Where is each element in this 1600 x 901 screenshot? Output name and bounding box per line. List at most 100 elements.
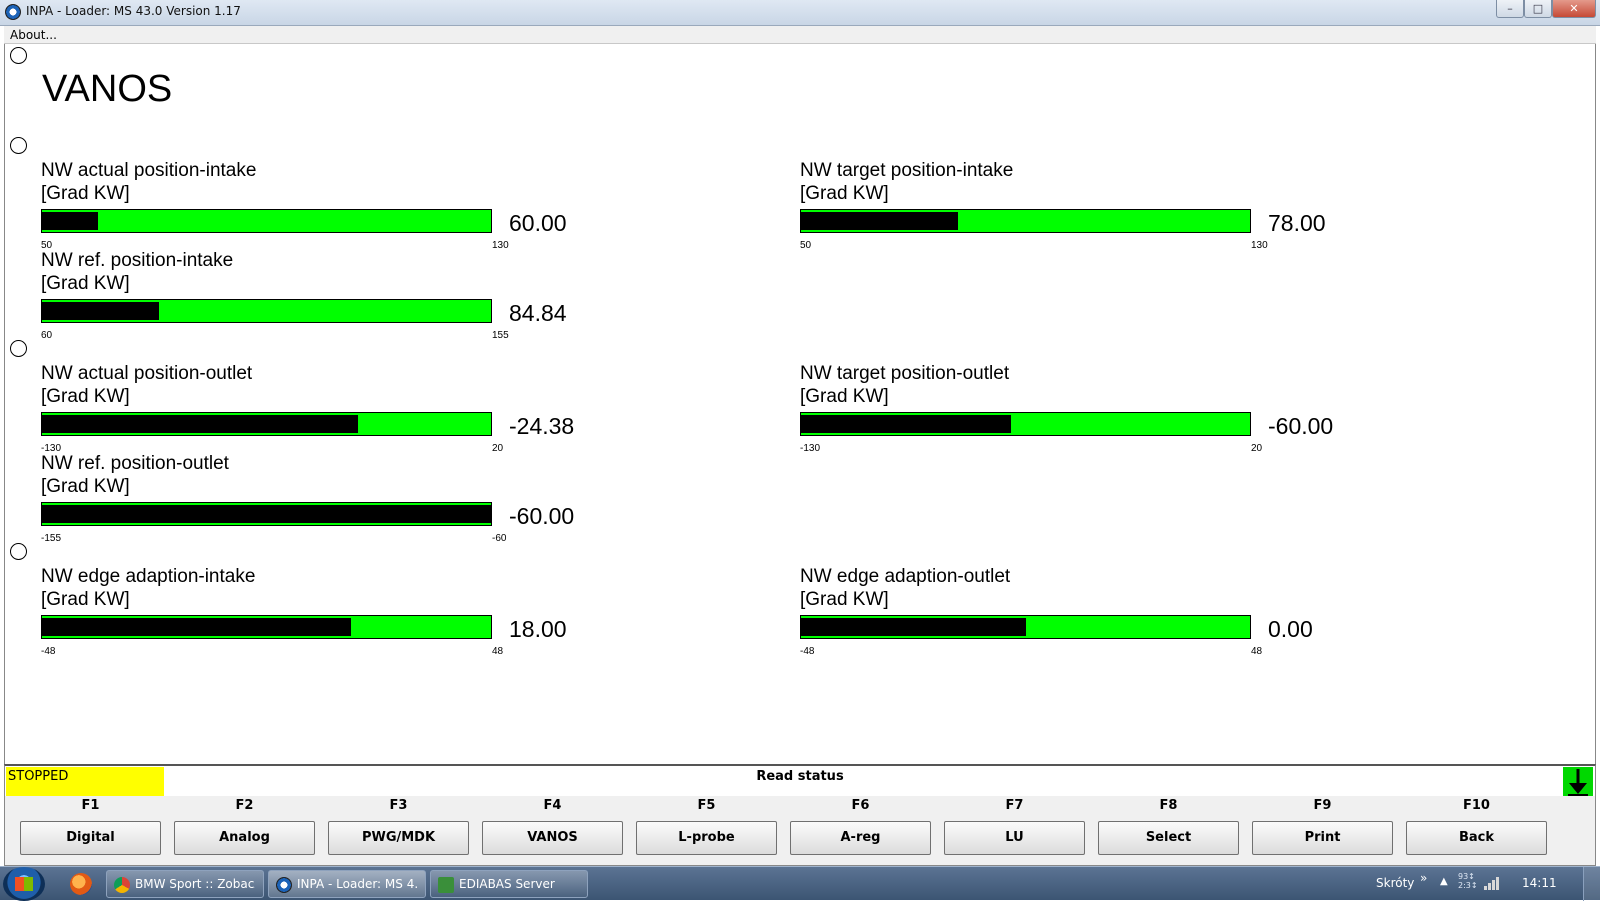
menu-about[interactable]: About...	[10, 28, 57, 42]
fkey-label: F8	[1159, 798, 1178, 813]
menu-bar: About...	[4, 26, 1596, 44]
gauge-bar	[800, 412, 1251, 436]
window-title: INPA - Loader: MS 43.0 Version 1.17	[26, 4, 241, 18]
gauge-bar	[800, 615, 1251, 639]
tray-expand-icon[interactable]: ▲	[1440, 876, 1448, 887]
digital-button[interactable]: Digital	[20, 821, 161, 855]
gauge-value: 18.00	[509, 616, 567, 642]
gauge-max-label: 48	[492, 646, 504, 657]
gauge-name: NW target position-outlet	[800, 363, 1010, 384]
fkey-f7: F7 LU	[944, 796, 1085, 866]
fkey-f3: F3 PWG/MDK	[328, 796, 469, 866]
gauge-min-label: -155	[41, 533, 62, 544]
select-button[interactable]: Select	[1098, 821, 1239, 855]
fkey-f8: F8 Select	[1098, 796, 1239, 866]
gauge-bar-fill	[801, 415, 1011, 433]
gauge-max-label: 20	[1251, 443, 1263, 454]
gauge-name: NW target position-intake	[800, 160, 1014, 181]
fkey-label: F7	[1005, 798, 1024, 813]
show-desktop-button[interactable]	[1583, 867, 1600, 901]
close-icon: ✕	[1569, 2, 1579, 15]
back-button[interactable]: Back	[1406, 821, 1547, 855]
bmw-logo-icon	[5, 4, 21, 20]
a-reg-button[interactable]: A-reg	[790, 821, 931, 855]
gauge-value: 60.00	[509, 210, 567, 236]
gauge-nw-actual-position-outlet: NW actual position-outlet [Grad KW] -24.38…	[41, 363, 601, 458]
gauge-nw-ref-position-intake: NW ref. position-intake [Grad KW] 84.84 60 1…	[41, 250, 601, 345]
gauge-name: NW edge adaption-intake	[41, 566, 256, 587]
gauge-bar-fill	[42, 505, 491, 523]
gauge-value: -60.00	[509, 503, 575, 529]
fkey-label: F2	[235, 798, 254, 813]
title-bar: INPA - Loader: MS 43.0 Version 1.17 – □ …	[0, 0, 1600, 26]
fkey-f2: F2 Analog	[174, 796, 315, 866]
gauge-name: NW actual position-outlet	[41, 363, 253, 384]
fkey-label: F4	[543, 798, 562, 813]
fkey-f4: F4 VANOS	[482, 796, 623, 866]
gauge-nw-target-position-outlet: NW target position-outlet [Grad KW] -60.00…	[800, 363, 1360, 458]
task-label: EDIABAS Server	[459, 877, 555, 891]
download-speed: 2:3↕	[1458, 881, 1478, 890]
fkey-label: F1	[81, 798, 100, 813]
radio-button-3[interactable]	[10, 340, 27, 357]
lu-button[interactable]: LU	[944, 821, 1085, 855]
taskbar: BMW Sport :: Zobacz... INPA - Loader: MS…	[0, 866, 1600, 901]
maximize-button[interactable]: □	[1524, 0, 1552, 18]
gauge-unit: [Grad KW]	[41, 183, 130, 204]
bmw-logo-icon	[276, 877, 292, 893]
close-button[interactable]: ✕	[1552, 0, 1596, 18]
gauge-unit: [Grad KW]	[800, 589, 889, 610]
signal-strength-icon[interactable]	[1484, 876, 1500, 890]
gauge-name: NW ref. position-outlet	[41, 453, 229, 474]
gauge-bar-fill	[42, 302, 160, 320]
radio-button-2[interactable]	[10, 137, 27, 154]
fkey-f1: F1 Digital	[20, 796, 161, 866]
network-speed: 93↕ 2:3↕	[1458, 872, 1478, 890]
shortcuts-toolbar-label[interactable]: Skróty	[1376, 876, 1414, 890]
gauge-unit: [Grad KW]	[800, 386, 889, 407]
maximize-icon: □	[1532, 2, 1544, 15]
fkey-label: F5	[697, 798, 716, 813]
gauge-value: -24.38	[509, 413, 575, 439]
gauge-bar-fill	[42, 618, 351, 636]
taskbar-item-ediabas[interactable]: EDIABAS Server	[430, 870, 588, 898]
gauge-name: NW ref. position-intake	[41, 250, 234, 271]
gauge-min-label: 60	[41, 330, 53, 341]
gauge-nw-ref-position-outlet: NW ref. position-outlet [Grad KW] -60.00 -1…	[41, 453, 601, 548]
minimize-icon: –	[1507, 2, 1513, 15]
status-bar: STOPPED Read status	[4, 764, 1596, 797]
vanos-screen: VANOS NW actual position-intake [Grad KW]…	[4, 44, 1596, 764]
ediabas-icon	[438, 877, 454, 893]
taskbar-item-inpa[interactable]: INPA - Loader: MS 4...	[268, 870, 426, 898]
fkey-f10: F10 Back	[1406, 796, 1547, 866]
gauge-max-label: 155	[492, 330, 509, 341]
pwg-mdk-button[interactable]: PWG/MDK	[328, 821, 469, 855]
minimize-button[interactable]: –	[1496, 0, 1524, 18]
gauge-bar	[800, 209, 1251, 233]
vanos-button[interactable]: VANOS	[482, 821, 623, 855]
gauge-value: 0.00	[1268, 616, 1313, 642]
gauge-bar-fill	[42, 415, 359, 433]
clock[interactable]: 14:11	[1522, 876, 1557, 890]
print-button[interactable]: Print	[1252, 821, 1393, 855]
start-button[interactable]	[3, 867, 45, 901]
taskbar-item-chrome[interactable]: BMW Sport :: Zobacz...	[106, 870, 264, 898]
firefox-icon[interactable]	[70, 873, 92, 895]
gauge-bar	[41, 412, 492, 436]
gauge-unit: [Grad KW]	[41, 273, 130, 294]
gauge-min-label: -48	[41, 646, 56, 657]
analog-button[interactable]: Analog	[174, 821, 315, 855]
function-key-bar: F1 Digital F2 Analog F3 PWG/MDK F4 VANOS F5 L-pro…	[4, 796, 1596, 866]
chevron-right-icon[interactable]: »	[1420, 871, 1427, 885]
radio-button-4[interactable]	[10, 543, 27, 560]
gauge-unit: [Grad KW]	[41, 589, 130, 610]
gauge-value: 84.84	[509, 300, 567, 326]
gauge-unit: [Grad KW]	[41, 476, 130, 497]
windows-logo-icon	[15, 877, 33, 891]
gauge-nw-edge-adaption-intake: NW edge adaption-intake [Grad KW] 18.00 -48…	[41, 566, 601, 661]
radio-button-1[interactable]	[10, 47, 27, 64]
gauge-bar-fill	[801, 212, 959, 230]
fkey-f5: F5 L-probe	[636, 796, 777, 866]
l-probe-button[interactable]: L-probe	[636, 821, 777, 855]
gauge-min-label: -48	[800, 646, 815, 657]
